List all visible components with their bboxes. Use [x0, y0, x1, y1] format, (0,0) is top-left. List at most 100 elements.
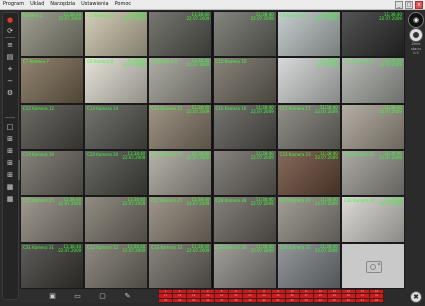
- camera-tile[interactable]: C19 Kamera 19: [20, 150, 85, 197]
- channel-status-cell[interactable]: 22: [229, 294, 243, 298]
- camera-tile[interactable]: C14 Kamera 14: [84, 103, 149, 150]
- channel-status-cell[interactable]: 23: [243, 294, 257, 298]
- menu-layout[interactable]: Uklad: [27, 0, 47, 9]
- camera-tile[interactable]: 11:38:40 22.07.2009: [340, 11, 405, 58]
- status-indicator-button[interactable]: [409, 28, 423, 42]
- camera-tile[interactable]: C33 Kamera 33 11:38:40 22.07.2009: [148, 242, 213, 289]
- camera-tile[interactable]: [340, 242, 405, 289]
- camera-tile[interactable]: C23 Kamera 23 11:38:40 22.07.2009: [276, 150, 341, 197]
- channel-status-cell[interactable]: 31: [355, 294, 369, 298]
- camera-tile[interactable]: 11:38:40 22.07.2009: [212, 11, 277, 58]
- settings-icon[interactable]: ⚙: [5, 89, 15, 97]
- camera-tile[interactable]: 11:38:40 22.07.2009: [84, 196, 149, 243]
- camera-tile[interactable]: C32 Kamera 32 11:38:40 22.07.2009: [84, 242, 149, 289]
- camera-tile[interactable]: C21 Kamera 21 11:38:40 22.07.2009: [148, 150, 213, 197]
- channel-status-cell[interactable]: 18: [173, 294, 187, 298]
- channel-status-cell[interactable]: 17: [159, 294, 173, 298]
- camera-tile[interactable]: C28 Kamera 28 11:38:40 22.07.2009: [212, 196, 277, 243]
- channel-status-cell[interactable]: 14: [341, 290, 355, 294]
- minimize-button[interactable]: _: [395, 1, 403, 9]
- channel-status-cell[interactable]: 5: [215, 290, 229, 294]
- zoom-out-icon[interactable]: −: [5, 77, 15, 85]
- channel-status-cell[interactable]: 44: [313, 298, 327, 302]
- grid-2x2-icon[interactable]: ⊞: [5, 135, 15, 143]
- channel-status-cell[interactable]: 12: [313, 290, 327, 294]
- channel-status-cell[interactable]: 13: [327, 290, 341, 294]
- channel-status-cell[interactable]: 36: [201, 298, 215, 302]
- camera-tile[interactable]: 11:38:40 22.07.2009: [148, 11, 213, 58]
- camera-tile[interactable]: C35 Kamera 35 11:38:40 22.07.2009: [276, 242, 341, 289]
- channel-status-cell[interactable]: 26: [285, 294, 299, 298]
- channel-status-cell[interactable]: 3: [187, 290, 201, 294]
- menu-tools[interactable]: Narzędzia: [47, 0, 78, 9]
- camera-tile[interactable]: C11 Kamera 11 11:38:40 22.07.2009: [340, 57, 405, 104]
- zoom-in-icon[interactable]: +: [5, 65, 15, 73]
- grid-5x5-icon[interactable]: ⊞: [5, 171, 15, 179]
- channel-status-cell[interactable]: 11: [299, 290, 313, 294]
- channel-status-cell[interactable]: 33: [159, 298, 173, 302]
- camera-tile[interactable]: C5 Kamera 5 11:38:40 22.07.2009: [276, 11, 341, 58]
- camera-tile[interactable]: C8 Kamera 8 11:38:40 22.07.2009: [84, 57, 149, 104]
- channel-status-cell[interactable]: 29: [327, 294, 341, 298]
- channel-status-cell[interactable]: 1: [159, 290, 173, 294]
- camera-tile[interactable]: C20 Kamera 20 11:38:40 22.07.2009: [84, 150, 149, 197]
- channel-status-cell[interactable]: 27: [299, 294, 313, 298]
- grid-1x1-icon[interactable]: □: [5, 123, 15, 131]
- menu-help[interactable]: Pomoc: [112, 0, 135, 9]
- camera-tile[interactable]: C25 Kamera 25 11:38:40 22.07.2009: [20, 196, 85, 243]
- channel-status-cell[interactable]: 39: [243, 298, 257, 302]
- camera-tile[interactable]: C24 Kamera 24 11:38:40 22.07.2009: [340, 150, 405, 197]
- monitor-icon[interactable]: ▭: [74, 292, 82, 300]
- channel-status-cell[interactable]: 10: [285, 290, 299, 294]
- list-icon[interactable]: ≡: [5, 41, 15, 49]
- channel-status-cell[interactable]: 41: [271, 298, 285, 302]
- record-icon[interactable]: ●: [5, 16, 15, 24]
- refresh-icon[interactable]: ⟳: [5, 27, 15, 35]
- menu-program[interactable]: Program: [0, 0, 27, 9]
- channel-status-cell[interactable]: 2: [173, 290, 187, 294]
- channel-status-cell[interactable]: 25: [271, 294, 285, 298]
- camera-tile[interactable]: C29 Kamera 29 11:38:40 22.07.2009: [276, 196, 341, 243]
- channel-status-cell[interactable]: 8: [257, 290, 271, 294]
- camera-tile[interactable]: C12 Kamera 12: [20, 103, 85, 150]
- grid-custom-icon[interactable]: ▦: [5, 195, 15, 203]
- close-button[interactable]: ×: [415, 1, 423, 9]
- layout-icon[interactable]: ▤: [5, 53, 15, 61]
- grid-6x6-icon[interactable]: ▦: [5, 183, 15, 191]
- exit-button[interactable]: ✖: [410, 291, 422, 303]
- grid-4x4-icon[interactable]: ⊞: [5, 159, 15, 167]
- channel-status-cell[interactable]: 37: [215, 298, 229, 302]
- camera-tile[interactable]: C31 Kamera 31 11:38:40 22.07.2009: [20, 242, 85, 289]
- channel-status-cell[interactable]: 38: [229, 298, 243, 302]
- camera-tile[interactable]: C34 Kamera 34 11:38:40 22.07.2009: [212, 242, 277, 289]
- channel-status-cell[interactable]: 46: [341, 298, 355, 302]
- channel-status-cell[interactable]: 30: [341, 294, 355, 298]
- channel-status-cell[interactable]: 4: [201, 290, 215, 294]
- channel-status-cell[interactable]: 9: [271, 290, 285, 294]
- channel-status-cell[interactable]: 43: [299, 298, 313, 302]
- camera-tile[interactable]: C15 Kamera 15 11:38:40 22.07.2009: [148, 103, 213, 150]
- camera-tile[interactable]: 11:38:40 22.07.2009: [212, 150, 277, 197]
- channel-status-cell[interactable]: 45: [327, 298, 341, 302]
- camera-tile[interactable]: C17 Kamera 17 11:38:40 22.07.2009: [276, 103, 341, 150]
- tools-icon[interactable]: ✎: [124, 292, 132, 300]
- channel-status-cell[interactable]: 48: [369, 298, 383, 302]
- camera-tile[interactable]: C7 Kamera 7: [20, 57, 85, 104]
- channel-status-cell[interactable]: 15: [355, 290, 369, 294]
- camera-tile[interactable]: C16 Kamera 16 11:38:40 22.07.2009: [212, 103, 277, 150]
- channel-status-cell[interactable]: 35: [187, 298, 201, 302]
- camera-tile[interactable]: 11:38:40 22.07.2009: [276, 57, 341, 104]
- camera-tile[interactable]: C9 Kamera 9 11:38:40 22.07.2009: [148, 57, 213, 104]
- camera-tile[interactable]: C10 Kamera 10: [212, 57, 277, 104]
- channel-status-cell[interactable]: 28: [313, 294, 327, 298]
- window-icon[interactable]: ▢: [99, 292, 107, 300]
- channel-status-cell[interactable]: 47: [355, 298, 369, 302]
- camera-tile[interactable]: 11:38:40 22.07.2009: [340, 103, 405, 150]
- channel-status-cell[interactable]: 42: [285, 298, 299, 302]
- channel-status-cell[interactable]: 20: [201, 294, 215, 298]
- channel-status-cell[interactable]: 32: [369, 294, 383, 298]
- screenshot-icon[interactable]: ▣: [49, 292, 57, 300]
- channel-status-cell[interactable]: 7: [243, 290, 257, 294]
- camera-tile[interactable]: C30 Kamera 30 11:38:40 22.07.2009: [340, 196, 405, 243]
- camera-tile[interactable]: C2 Kamera 2 11:38:40 22.07.2009: [84, 11, 149, 58]
